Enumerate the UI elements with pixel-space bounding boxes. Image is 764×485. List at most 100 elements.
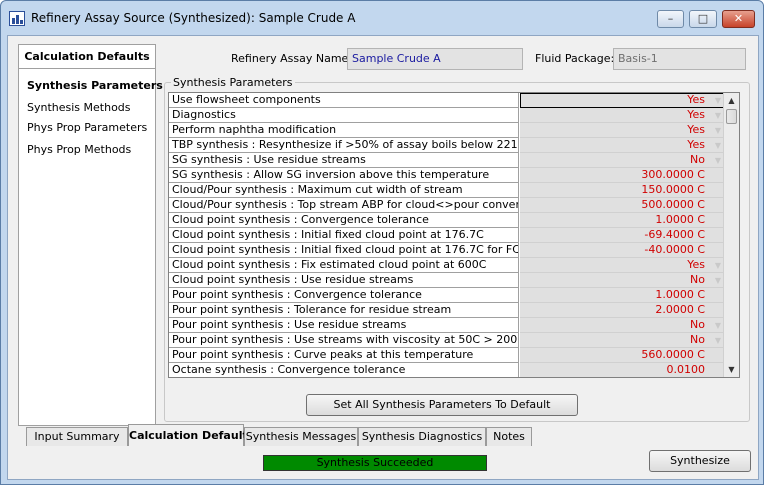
nav-item-synthesis-parameters[interactable]: Synthesis Parameters <box>27 76 163 96</box>
parameter-value-text: Yes <box>687 93 705 106</box>
parameter-value-text: No <box>690 273 705 286</box>
tab-input-summary[interactable]: Input Summary <box>26 427 128 446</box>
tab-notes[interactable]: Notes <box>486 427 532 446</box>
parameter-value-text: Yes <box>687 123 705 136</box>
parameter-value-text: 1.0000 C <box>655 288 705 301</box>
parameter-row[interactable]: Cloud point synthesis : Use residue stre… <box>169 273 725 288</box>
assay-name-field[interactable]: Sample Crude A <box>347 48 523 70</box>
parameter-row[interactable]: Cloud point synthesis : Fix estimated cl… <box>169 258 725 273</box>
parameter-row[interactable]: SG synthesis : Allow SG inversion above … <box>169 168 725 183</box>
parameter-row[interactable]: Pour point synthesis : Use streams with … <box>169 333 725 348</box>
dialog-client-area: Calculation Defaults Synthesis Parameter… <box>7 35 759 480</box>
parameter-name: Use flowsheet components <box>169 93 519 108</box>
chevron-down-icon[interactable]: ▼ <box>715 333 721 348</box>
parameter-value-text: No <box>690 333 705 346</box>
chevron-down-icon[interactable]: ▼ <box>715 153 721 168</box>
scroll-down-icon[interactable]: ▼ <box>724 362 739 377</box>
nav-item-phys-prop-parameters[interactable]: Phys Prop Parameters <box>27 118 147 138</box>
parameter-value-text: -69.4000 C <box>644 228 705 241</box>
tab-synthesis-diagnostics[interactable]: Synthesis Diagnostics <box>358 427 486 446</box>
set-defaults-button[interactable]: Set All Synthesis Parameters To Default <box>306 394 578 416</box>
nav-item-synthesis-methods[interactable]: Synthesis Methods <box>27 98 131 118</box>
close-button[interactable]: ✕ <box>722 10 755 28</box>
nav-item-phys-prop-methods[interactable]: Phys Prop Methods <box>27 140 131 160</box>
parameter-row[interactable]: Diagnostics Yes ▼ <box>169 108 725 123</box>
parameter-name: Cloud/Pour synthesis : Maximum cut width… <box>169 183 519 198</box>
parameter-value-select[interactable]: Yes ▼ <box>520 123 725 138</box>
parameter-value-select[interactable]: Yes ▼ <box>520 108 725 123</box>
synthesize-button[interactable]: Synthesize <box>649 450 751 472</box>
title-bar[interactable]: Refinery Assay Source (Synthesized): Sam… <box>1 1 763 35</box>
chevron-down-icon[interactable]: ▼ <box>715 93 721 108</box>
parameter-value-select[interactable]: No ▼ <box>520 333 725 348</box>
parameter-value-select[interactable]: No ▼ <box>520 273 725 288</box>
parameter-row[interactable]: TBP synthesis : Resynthesize if >50% of … <box>169 138 725 153</box>
parameter-row[interactable]: Perform naphtha modification Yes ▼ <box>169 123 725 138</box>
parameter-name: Diagnostics <box>169 108 519 123</box>
parameter-value-input[interactable]: -40.0000 C <box>520 243 725 258</box>
parameter-value-select[interactable]: No ▼ <box>520 318 725 333</box>
vertical-scrollbar[interactable]: ▲ ▼ <box>723 93 739 377</box>
left-nav-header: Calculation Defaults <box>19 45 155 69</box>
parameter-value-text: 560.0000 C <box>641 348 705 361</box>
scroll-up-icon[interactable]: ▲ <box>724 93 739 108</box>
parameter-name: Perform naphtha modification <box>169 123 519 138</box>
tab-calculation-defaults[interactable]: Calculation Defaults <box>128 424 254 446</box>
maximize-button[interactable]: □ <box>689 10 717 28</box>
parameter-value-select[interactable]: No ▼ <box>520 153 725 168</box>
parameter-value-select[interactable]: Yes ▼ <box>520 93 725 108</box>
parameter-value-input[interactable]: 1.0000 C <box>520 288 725 303</box>
parameter-value-text: Yes <box>687 258 705 271</box>
parameter-row[interactable]: Cloud point synthesis : Initial fixed cl… <box>169 243 725 258</box>
parameter-row[interactable]: Pour point synthesis : Use residue strea… <box>169 318 725 333</box>
parameter-value-select[interactable]: Yes ▼ <box>520 138 725 153</box>
parameter-row[interactable]: Pour point synthesis : Tolerance for res… <box>169 303 725 318</box>
parameter-row[interactable]: Cloud point synthesis : Initial fixed cl… <box>169 228 725 243</box>
parameter-row[interactable]: Pour point synthesis : Convergence toler… <box>169 288 725 303</box>
parameter-name: SG synthesis : Allow SG inversion above … <box>169 168 519 183</box>
parameter-value-input[interactable]: 560.0000 C <box>520 348 725 363</box>
app-chart-icon <box>9 11 25 26</box>
parameter-row[interactable]: Use flowsheet components Yes ▼ <box>169 93 725 108</box>
parameter-row[interactable]: Cloud/Pour synthesis : Maximum cut width… <box>169 183 725 198</box>
parameter-row[interactable]: Octane synthesis : Convergence tolerance… <box>169 363 725 377</box>
parameter-name: Octane synthesis : Convergence tolerance <box>169 363 519 377</box>
chevron-down-icon[interactable]: ▼ <box>715 138 721 153</box>
parameter-value-text: Yes <box>687 108 705 121</box>
parameter-name: Pour point synthesis : Use residue strea… <box>169 318 519 333</box>
parameter-value-input[interactable]: 1.0000 C <box>520 213 725 228</box>
parameter-row[interactable]: Cloud point synthesis : Convergence tole… <box>169 213 725 228</box>
parameter-value-input[interactable]: -69.4000 C <box>520 228 725 243</box>
parameter-value-input[interactable]: 500.0000 C <box>520 198 725 213</box>
parameter-value-input[interactable]: 150.0000 C <box>520 183 725 198</box>
parameter-row[interactable]: Pour point synthesis : Curve peaks at th… <box>169 348 725 363</box>
parameter-value-text: 500.0000 C <box>641 198 705 211</box>
parameter-name: Pour point synthesis : Use streams with … <box>169 333 519 348</box>
chevron-down-icon[interactable]: ▼ <box>715 258 721 273</box>
parameter-row[interactable]: SG synthesis : Use residue streams No ▼ <box>169 153 725 168</box>
chevron-down-icon[interactable]: ▼ <box>715 108 721 123</box>
fluid-package-label: Fluid Package: <box>535 52 615 65</box>
chevron-down-icon[interactable]: ▼ <box>715 318 721 333</box>
parameter-value-input[interactable]: 2.0000 C <box>520 303 725 318</box>
parameter-name: Pour point synthesis : Convergence toler… <box>169 288 519 303</box>
parameter-name: TBP synthesis : Resynthesize if >50% of … <box>169 138 519 153</box>
parameter-value-select[interactable]: Yes ▼ <box>520 258 725 273</box>
chevron-down-icon[interactable]: ▼ <box>715 123 721 138</box>
parameter-value-input[interactable]: 0.0100 <box>520 363 725 377</box>
fluid-package-field: Basis-1 <box>613 48 746 70</box>
parameter-name: Cloud point synthesis : Fix estimated cl… <box>169 258 519 273</box>
scroll-thumb[interactable] <box>726 109 737 124</box>
parameter-row[interactable]: Cloud/Pour synthesis : Top stream ABP fo… <box>169 198 725 213</box>
minimize-button[interactable]: – <box>657 10 684 28</box>
tab-synthesis-messages[interactable]: Synthesis Messages <box>244 427 358 446</box>
chevron-down-icon[interactable]: ▼ <box>715 273 721 288</box>
bottom-tab-strip: Input Summary Calculation Defaults Synth… <box>8 424 758 446</box>
parameters-grid: Use flowsheet components Yes ▼ Diagnostics Y… <box>168 92 740 378</box>
parameter-value-text: No <box>690 153 705 166</box>
parameter-name: Cloud point synthesis : Convergence tole… <box>169 213 519 228</box>
parameter-name: Pour point synthesis : Curve peaks at th… <box>169 348 519 363</box>
assay-name-label: Refinery Assay Name: <box>231 52 353 65</box>
parameter-value-input[interactable]: 300.0000 C <box>520 168 725 183</box>
parameter-name: Cloud/Pour synthesis : Top stream ABP fo… <box>169 198 519 213</box>
